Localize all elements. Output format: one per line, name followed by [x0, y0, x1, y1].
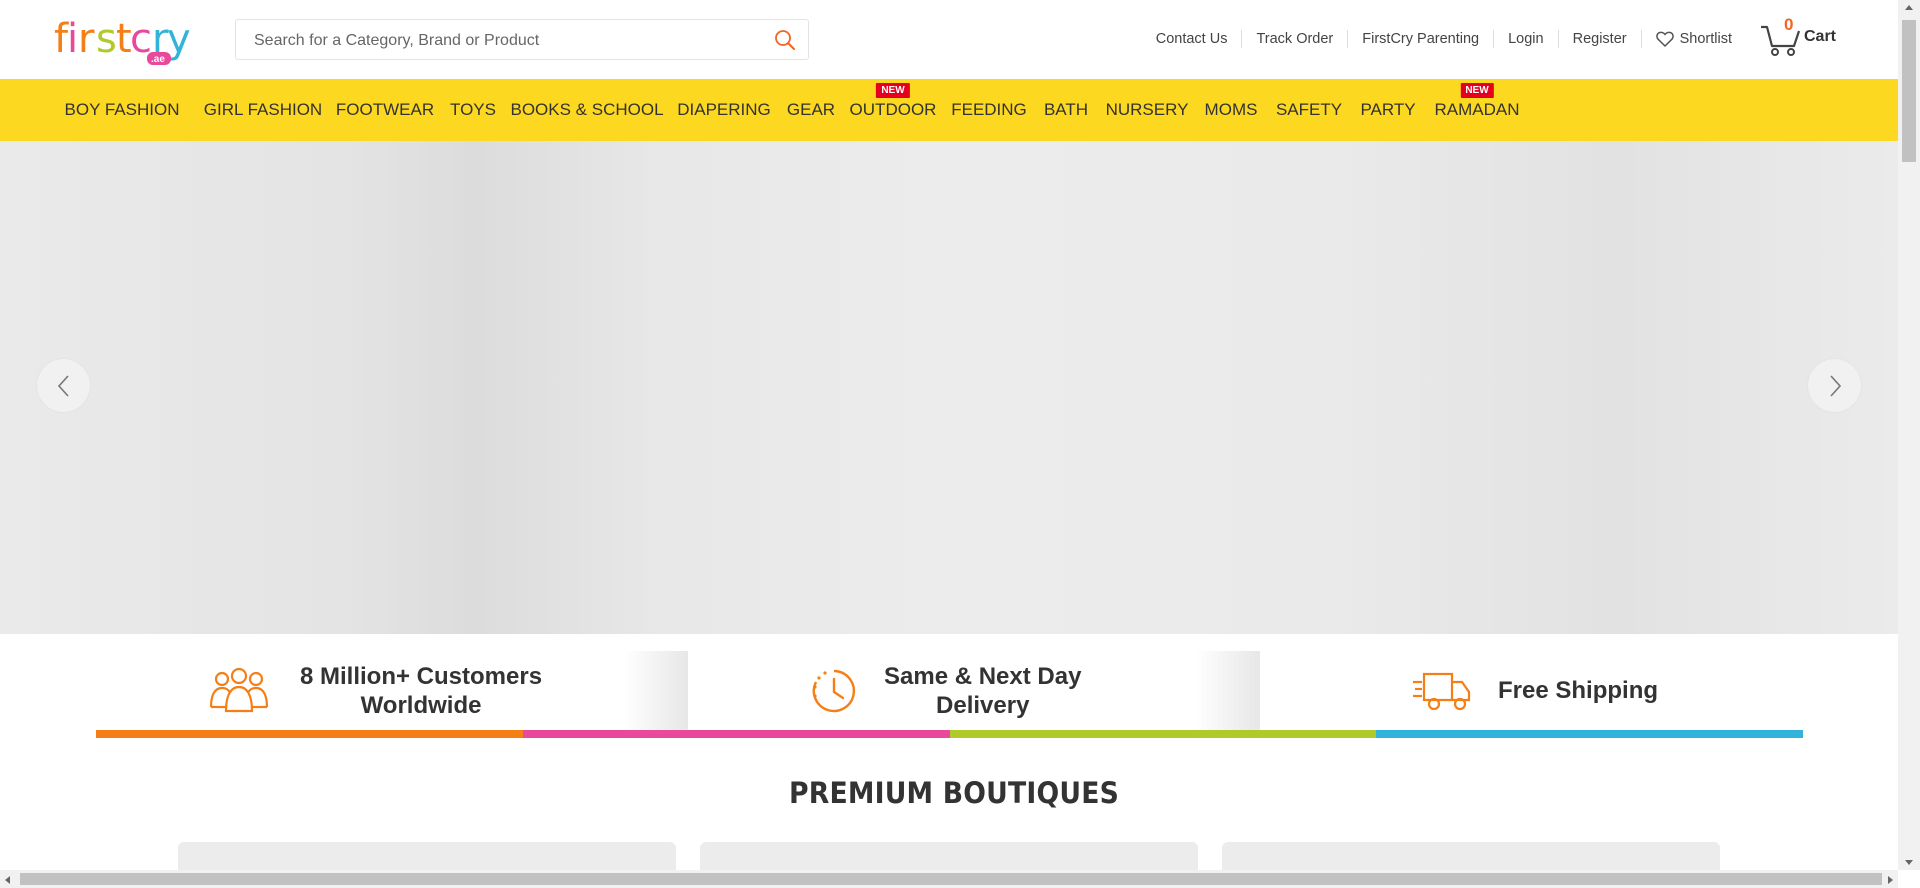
top-links: Contact Us Track Order FirstCry Parentin…	[1142, 15, 1836, 56]
features-strip: 8 Million+ Customers Worldwide Same & Ne…	[96, 651, 1803, 739]
chevron-right-icon	[1829, 374, 1841, 397]
scroll-up-icon[interactable]	[1904, 4, 1914, 12]
feature-delivery-line2: Delivery	[936, 691, 1030, 719]
contact-us-link[interactable]: Contact Us	[1142, 30, 1242, 48]
vertical-scrollbar[interactable]	[1898, 0, 1920, 870]
new-badge: NEW	[876, 83, 910, 98]
header: f i r s t c r y .ae Contact Us Track Ord…	[0, 0, 1898, 79]
feature-shipping: Free Shipping	[1412, 651, 1658, 730]
svg-text:y: y	[167, 16, 191, 62]
nav-ramadan[interactable]: NEW RAMADAN	[1434, 79, 1520, 141]
truck-icon	[1413, 672, 1471, 710]
new-badge: NEW	[1460, 83, 1494, 98]
nav-outdoor[interactable]: NEW OUTDOOR	[850, 79, 936, 141]
cart-count: 0	[1783, 15, 1794, 34]
color-bar	[96, 730, 1803, 738]
nav-gear[interactable]: GEAR	[787, 79, 835, 141]
login-link[interactable]: Login	[1493, 30, 1557, 48]
cart-label: Cart	[1803, 28, 1836, 45]
nav-diapering[interactable]: DIAPERING	[677, 79, 771, 141]
hero-banner[interactable]	[0, 141, 1898, 634]
feature-divider	[624, 651, 688, 730]
heart-icon	[1655, 31, 1674, 47]
nav-books-school[interactable]: BOOKS & SCHOOL	[510, 79, 663, 141]
horizontal-scroll-thumb[interactable]	[20, 873, 1882, 885]
feature-customers-line1: 8 Million+ Customers	[300, 662, 543, 690]
carousel-prev-button[interactable]	[37, 359, 90, 412]
cart-button[interactable]: 0 Cart	[1746, 15, 1836, 57]
nav-bath[interactable]: BATH	[1044, 79, 1088, 141]
nav-moms[interactable]: MOMS	[1205, 79, 1258, 141]
svg-text:s: s	[96, 16, 117, 62]
chevron-left-icon	[57, 374, 69, 397]
register-link[interactable]: Register	[1557, 30, 1641, 48]
logo-suffix: .ae	[151, 54, 165, 65]
feature-customers: 8 Million+ Customers Worldwide	[208, 651, 542, 730]
nav-feeding[interactable]: FEEDING	[951, 79, 1027, 141]
track-order-link[interactable]: Track Order	[1241, 30, 1347, 48]
carousel-next-button[interactable]	[1808, 359, 1861, 412]
vertical-scroll-thumb[interactable]	[1902, 20, 1916, 162]
horizontal-scrollbar[interactable]	[0, 870, 1898, 888]
nav-boy-fashion[interactable]: BOY FASHION	[65, 79, 180, 141]
nav-nursery[interactable]: NURSERY	[1106, 79, 1189, 141]
search-bar	[235, 19, 809, 61]
feature-delivery-line1: Same & Next Day	[884, 662, 1082, 690]
nav-footwear[interactable]: FOOTWEAR	[336, 79, 434, 141]
feature-shipping-label: Free Shipping	[1498, 677, 1659, 704]
nav-girl-fashion[interactable]: GIRL FASHION	[204, 79, 322, 141]
customers-icon	[209, 667, 269, 712]
nav-safety[interactable]: SAFETY	[1276, 79, 1342, 141]
firstcry-parenting-link[interactable]: FirstCry Parenting	[1347, 30, 1493, 48]
search-icon[interactable]	[774, 29, 796, 51]
nav-party[interactable]: PARTY	[1360, 79, 1415, 141]
nav-toys[interactable]: TOYS	[450, 79, 496, 141]
feature-customers-line2: Worldwide	[360, 691, 482, 719]
firstcry-logo[interactable]: f i r s t c r y .ae	[54, 14, 194, 70]
boutique-card[interactable]	[1222, 842, 1720, 870]
section-title: PREMIUM BOUTIQUES	[788, 776, 1120, 810]
scroll-down-icon[interactable]	[1904, 858, 1914, 866]
feature-delivery: Same & Next Day Delivery	[810, 651, 1081, 730]
clock-icon	[812, 669, 855, 712]
category-nav: BOY FASHION GIRL FASHION FOOTWEAR TOYS B…	[0, 79, 1898, 141]
shortlist-label: Shortlist	[1679, 31, 1732, 47]
boutique-card[interactable]	[178, 842, 676, 870]
svg-text:r: r	[78, 16, 95, 62]
shortlist-link[interactable]: Shortlist	[1640, 30, 1746, 48]
boutique-card[interactable]	[700, 842, 1198, 870]
search-input[interactable]	[252, 20, 756, 61]
svg-text:i: i	[67, 16, 78, 62]
cart-icon	[1760, 25, 1801, 56]
scroll-left-icon[interactable]	[4, 875, 12, 885]
feature-divider	[1196, 651, 1260, 730]
scroll-right-icon[interactable]	[1886, 875, 1894, 885]
